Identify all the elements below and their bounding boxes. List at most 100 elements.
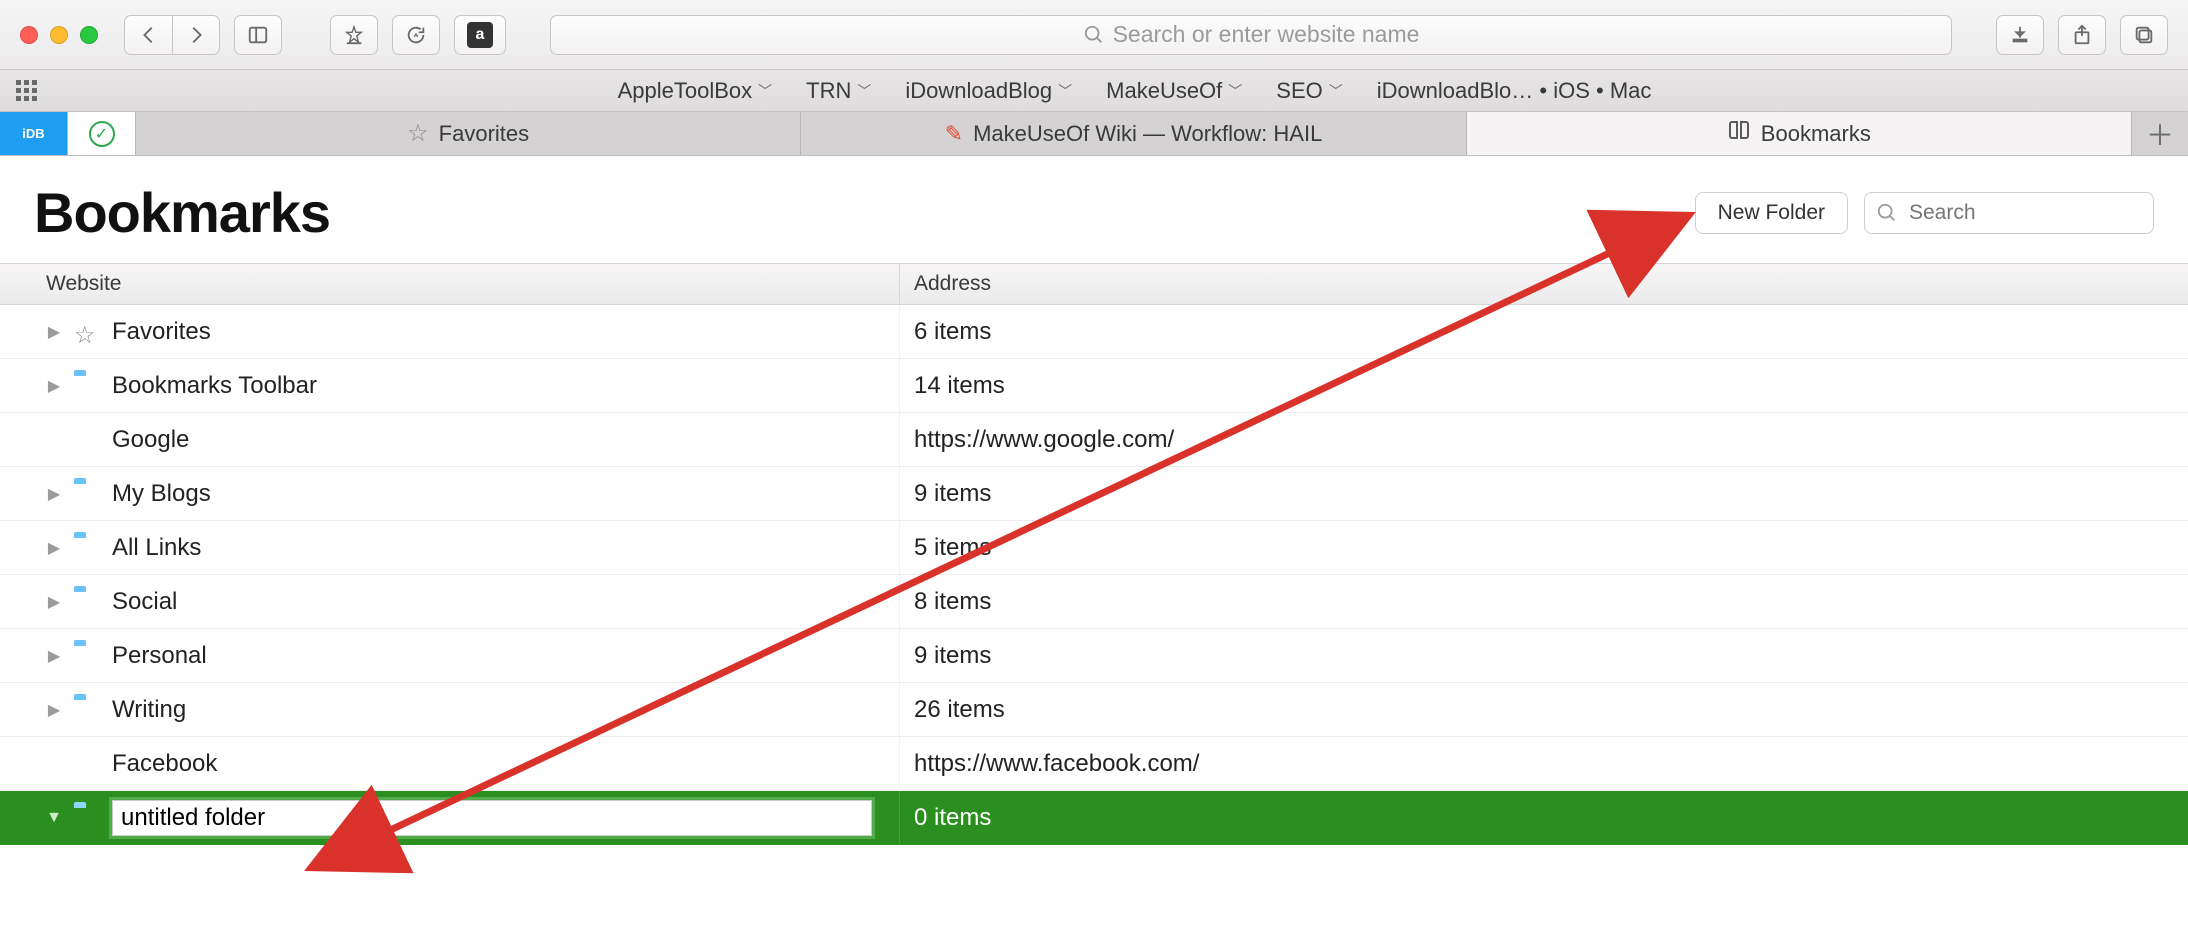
reload-button[interactable] bbox=[392, 15, 440, 55]
new-tab-button[interactable]: ＋ bbox=[2132, 112, 2188, 155]
search-icon bbox=[1876, 202, 1898, 224]
tabs-overview-button[interactable] bbox=[2120, 15, 2168, 55]
table-row[interactable]: ▶ My Blogs 9 items bbox=[0, 467, 2188, 521]
row-address: 5 items bbox=[900, 534, 2188, 562]
tab-makeuseof[interactable]: ✎ MakeUseOf Wiki — Workflow: HAIL bbox=[801, 112, 1466, 155]
bookmarks-search-input[interactable] bbox=[1864, 192, 2154, 234]
downloads-button[interactable] bbox=[1996, 15, 2044, 55]
row-address: 8 items bbox=[900, 588, 2188, 616]
amazon-extension-button[interactable]: a bbox=[454, 15, 506, 55]
disclosure-triangle-icon[interactable]: ▶ bbox=[46, 376, 62, 396]
folder-icon bbox=[74, 591, 100, 613]
close-window-button[interactable] bbox=[20, 26, 38, 44]
row-address: 0 items bbox=[900, 804, 2188, 832]
row-address: 9 items bbox=[900, 642, 2188, 670]
back-button[interactable] bbox=[124, 15, 172, 55]
table-header: Website Address bbox=[0, 263, 2188, 305]
forward-button[interactable] bbox=[172, 15, 220, 55]
favbar-item[interactable]: iDownloadBlog﹀ bbox=[905, 78, 1072, 104]
folder-icon bbox=[74, 483, 100, 505]
table-row[interactable]: ▶Googlehttps://www.google.com/ bbox=[0, 413, 2188, 467]
tab-label: Bookmarks bbox=[1761, 121, 1871, 147]
row-name: Facebook bbox=[112, 750, 217, 778]
minimize-window-button[interactable] bbox=[50, 26, 68, 44]
star-icon: ☆ bbox=[407, 119, 429, 148]
window-toolbar: a Search or enter website name bbox=[0, 0, 2188, 70]
tab-bar: iDB ✓ ☆ Favorites ✎ MakeUseOf Wiki — Wor… bbox=[0, 112, 2188, 156]
address-placeholder: Search or enter website name bbox=[1113, 21, 1420, 48]
favbar-item[interactable]: iDownloadBlo… • iOS • Mac bbox=[1377, 78, 1652, 104]
disclosure-triangle-icon[interactable]: ▶ bbox=[46, 646, 62, 666]
disclosure-triangle-icon[interactable]: ▶ bbox=[46, 538, 62, 558]
table-row[interactable]: ▶ Writing 26 items bbox=[0, 683, 2188, 737]
disclosure-triangle-icon[interactable]: ▶ bbox=[46, 484, 62, 504]
top-sites-button[interactable] bbox=[330, 15, 378, 55]
row-name: My Blogs bbox=[112, 480, 211, 508]
column-website[interactable]: Website bbox=[0, 264, 900, 304]
chevron-down-icon: ﹀ bbox=[857, 81, 871, 101]
chevron-down-icon: ﹀ bbox=[1329, 81, 1343, 101]
row-address: 9 items bbox=[900, 480, 2188, 508]
bookmarks-search[interactable] bbox=[1864, 192, 2154, 234]
fullscreen-window-button[interactable] bbox=[80, 26, 98, 44]
tab-label: Favorites bbox=[439, 121, 529, 147]
address-bar[interactable]: Search or enter website name bbox=[550, 15, 1952, 55]
star-icon: ☆ bbox=[74, 321, 100, 343]
table-row[interactable]: ▶ Social 8 items bbox=[0, 575, 2188, 629]
folder-icon bbox=[74, 537, 100, 559]
feather-icon: ✎ bbox=[945, 121, 963, 147]
favbar-item[interactable]: SEO﹀ bbox=[1276, 78, 1342, 104]
nav-back-forward bbox=[124, 15, 220, 55]
row-name: Google bbox=[112, 426, 189, 454]
table-row-editing[interactable]: ▼ 0 items bbox=[0, 791, 2188, 845]
tab-favorites[interactable]: ☆ Favorites bbox=[136, 112, 801, 155]
share-button[interactable] bbox=[2058, 15, 2106, 55]
row-address: 26 items bbox=[900, 696, 2188, 724]
table-row[interactable]: ▶ All Links 5 items bbox=[0, 521, 2188, 575]
page-header: Bookmarks New Folder bbox=[0, 156, 2188, 263]
table-row[interactable]: ▶Facebookhttps://www.facebook.com/ bbox=[0, 737, 2188, 791]
bookmarks-table: Website Address ▶ ☆ Favorites 6 items ▶ Bookm… bbox=[0, 263, 2188, 845]
column-address[interactable]: Address bbox=[900, 264, 2188, 304]
disclosure-triangle-icon[interactable]: ▶ bbox=[46, 700, 62, 720]
row-name: Writing bbox=[112, 696, 186, 724]
chevron-down-icon: ﹀ bbox=[1228, 81, 1242, 101]
disclosure-triangle-icon[interactable]: ▶ bbox=[46, 322, 62, 342]
table-row[interactable]: ▶ Bookmarks Toolbar 14 items bbox=[0, 359, 2188, 413]
favbar-item[interactable]: TRN﹀ bbox=[806, 78, 871, 104]
favbar-item[interactable]: AppleToolBox﹀ bbox=[618, 78, 773, 104]
table-row[interactable]: ▶ ☆ Favorites 6 items bbox=[0, 305, 2188, 359]
window-controls bbox=[20, 26, 98, 44]
chevron-down-icon: ﹀ bbox=[1058, 81, 1072, 101]
favorites-bar: AppleToolBox﹀ TRN﹀ iDownloadBlog﹀ MakeUs… bbox=[0, 70, 2188, 112]
globe-icon bbox=[74, 753, 100, 775]
row-name: Social bbox=[112, 588, 177, 616]
sidebar-toggle-button[interactable] bbox=[234, 15, 282, 55]
folder-icon bbox=[74, 699, 100, 721]
chevron-down-icon: ﹀ bbox=[758, 81, 772, 101]
new-folder-button[interactable]: New Folder bbox=[1695, 192, 1848, 234]
folder-name-input[interactable] bbox=[112, 800, 872, 836]
favorites-grip-icon[interactable] bbox=[16, 80, 37, 101]
tab-bookmarks[interactable]: Bookmarks bbox=[1467, 112, 2132, 155]
row-name: All Links bbox=[112, 534, 201, 562]
pinned-tab[interactable]: ✓ bbox=[68, 112, 136, 155]
disclosure-triangle-icon[interactable]: ▶ bbox=[46, 592, 62, 612]
row-address: 6 items bbox=[900, 318, 2188, 346]
row-address: 14 items bbox=[900, 372, 2188, 400]
favbar-item[interactable]: MakeUseOf﹀ bbox=[1106, 78, 1242, 104]
folder-icon bbox=[74, 645, 100, 667]
book-icon bbox=[1727, 119, 1751, 149]
folder-icon bbox=[74, 375, 100, 397]
row-name: Favorites bbox=[112, 318, 211, 346]
row-name: Personal bbox=[112, 642, 207, 670]
table-row[interactable]: ▶ Personal 9 items bbox=[0, 629, 2188, 683]
disclosure-triangle-icon[interactable]: ▼ bbox=[46, 809, 62, 827]
folder-icon bbox=[74, 807, 100, 829]
google-icon bbox=[74, 429, 100, 451]
pinned-tab[interactable]: iDB bbox=[0, 112, 68, 155]
tab-label: MakeUseOf Wiki — Workflow: HAIL bbox=[973, 121, 1322, 147]
row-name: Bookmarks Toolbar bbox=[112, 372, 317, 400]
check-icon: ✓ bbox=[89, 121, 115, 147]
row-address: https://www.google.com/ bbox=[900, 426, 2188, 454]
